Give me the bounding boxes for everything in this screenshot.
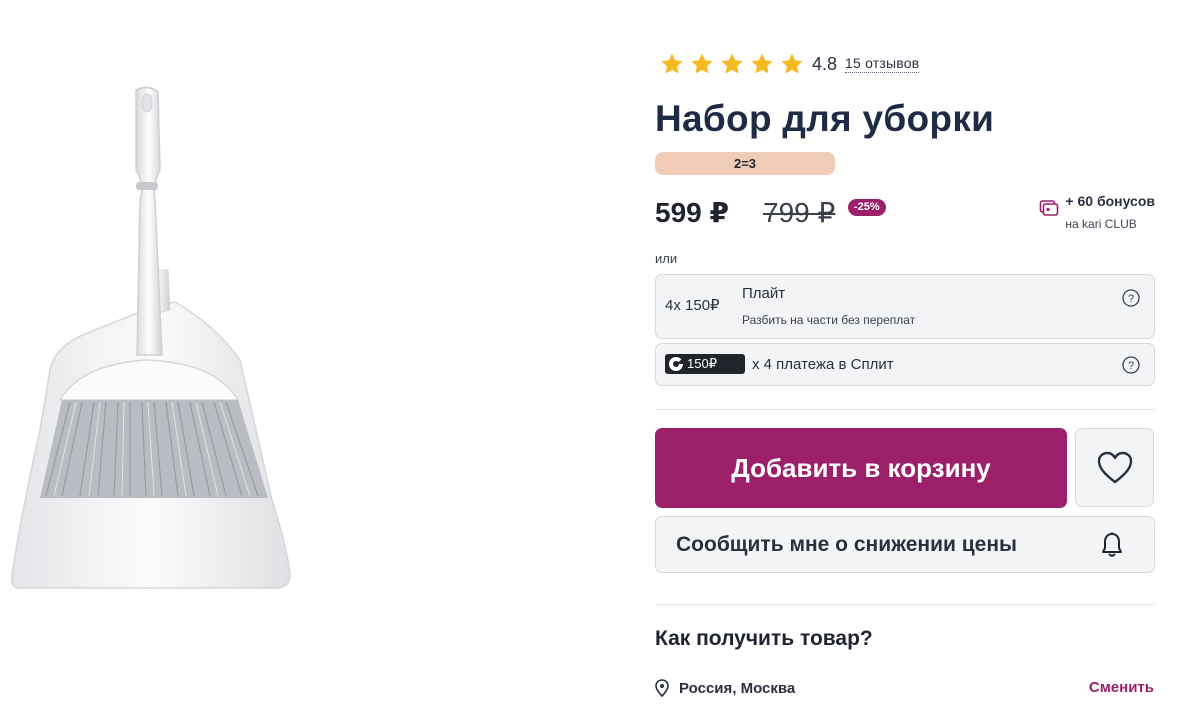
divider — [655, 409, 1155, 410]
bonus-amount: + 60 бонусов — [1065, 193, 1155, 209]
product-title: Набор для уборки — [655, 98, 995, 139]
product-image — [10, 86, 291, 589]
product-info: 4.8 15 отзывов Набор для уборки 2=3 599 … — [655, 0, 1155, 708]
change-location-link[interactable]: Сменить — [1089, 679, 1154, 696]
plait-payment-option[interactable]: 4х 150₽ Плайт Разбить на части без переп… — [655, 274, 1155, 339]
current-price: 599 ₽ — [655, 197, 729, 228]
rating: 4.8 15 отзывов — [660, 52, 920, 76]
divider — [655, 604, 1155, 605]
rating-value: 4.8 — [812, 53, 838, 74]
star-icon — [781, 53, 803, 74]
split-chip: 150₽ — [665, 354, 745, 374]
bonus-card-icon — [1040, 200, 1059, 216]
svg-text:?: ? — [1128, 360, 1134, 372]
location-text: Россия, Москва — [679, 679, 796, 697]
help-icon[interactable]: ? — [1122, 289, 1140, 307]
discount-badge: -25% — [848, 199, 886, 216]
star-icon — [721, 53, 743, 74]
bonus-program: на kari CLUB — [1065, 217, 1137, 231]
delivery-title: Как получить товар? — [655, 627, 873, 650]
split-text: х 4 платежа в Сплит — [752, 356, 894, 373]
split-chip-amount: 150₽ — [687, 356, 717, 371]
old-price: 799 ₽ — [763, 197, 836, 228]
location-pin-icon — [655, 679, 669, 697]
or-label: или — [655, 251, 678, 266]
delivery-location: Россия, Москва — [655, 679, 795, 697]
split-payment-option[interactable]: 150₽ х 4 платежа в Сплит ? — [655, 343, 1155, 386]
plait-description: Разбить на части без переплат — [742, 313, 916, 327]
bonus-info: + 60 бонусов на kari CLUB — [1040, 193, 1155, 231]
plait-amount: 4х 150₽ — [665, 297, 720, 314]
help-icon[interactable]: ? — [1122, 356, 1140, 374]
notify-label: Сообщить мне о снижении цены — [676, 533, 1017, 556]
star-icon — [661, 53, 683, 74]
favorite-button[interactable] — [1075, 428, 1154, 507]
heart-icon — [1097, 451, 1132, 483]
reviews-link[interactable]: 15 отзывов — [845, 55, 920, 73]
split-logo-icon — [669, 357, 684, 371]
star-icon — [751, 53, 773, 74]
notify-price-drop-button[interactable]: Сообщить мне о снижении цены — [655, 516, 1155, 573]
plait-name: Плайт — [742, 285, 786, 302]
bell-icon — [1102, 532, 1122, 557]
star-icon — [691, 53, 713, 74]
add-to-cart-button[interactable]: Добавить в корзину — [655, 428, 1067, 508]
promo-badge: 2=3 — [655, 152, 835, 175]
svg-text:?: ? — [1128, 293, 1134, 305]
